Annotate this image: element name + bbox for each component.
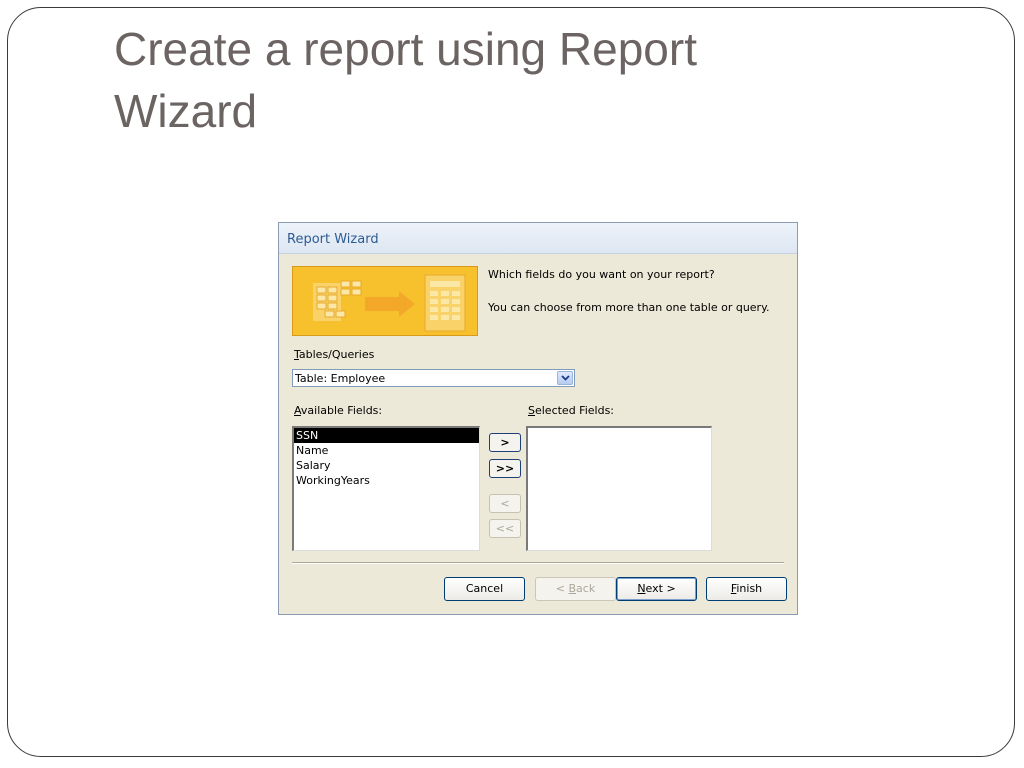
- available-label-rest: vailable Fields:: [300, 404, 383, 417]
- slide-title: Create a report using Report Wizard: [114, 18, 874, 142]
- report-wizard-dialog: Report Wizard Which fields do you want o…: [278, 222, 798, 615]
- add-all-fields-button[interactable]: >>: [489, 459, 521, 478]
- back-label-rest: ack: [576, 582, 596, 595]
- prompt-hint: You can choose from more than one table …: [488, 301, 770, 314]
- available-field-item[interactable]: WorkingYears: [294, 473, 479, 488]
- dialog-titlebar[interactable]: Report Wizard: [279, 223, 797, 254]
- back-label-prefix: <: [555, 582, 569, 595]
- selected-fields-label: Selected Fields:: [528, 404, 614, 417]
- available-field-item[interactable]: Name: [294, 443, 479, 458]
- remove-all-fields-button[interactable]: <<: [489, 519, 521, 538]
- dialog-separator: [292, 562, 784, 564]
- add-field-button[interactable]: >: [489, 433, 521, 452]
- tables-label-rest: ables/Queries: [298, 348, 375, 361]
- selected-label-mnemonic: S: [528, 404, 535, 417]
- wizard-banner-icon: [292, 266, 478, 336]
- next-label-rest: ext >: [645, 582, 676, 595]
- tables-queries-label: Tables/Queries: [294, 348, 374, 361]
- selected-fields-list[interactable]: [526, 426, 712, 551]
- back-label-mnemonic: B: [568, 582, 577, 595]
- tables-queries-value: Table: Employee: [295, 372, 386, 385]
- next-label-mnemonic: N: [637, 582, 646, 595]
- available-label-mnemonic: A: [294, 404, 301, 417]
- report-wizard-illustration-icon: [293, 267, 477, 335]
- available-fields-label: Available Fields:: [294, 404, 382, 417]
- available-fields-list[interactable]: SSN Name Salary WorkingYears: [292, 426, 480, 551]
- slide-title-line-1: Create a report using Report: [114, 23, 697, 75]
- finish-label-rest: inish: [736, 582, 763, 595]
- back-button[interactable]: < Back: [535, 577, 616, 601]
- selected-label-rest: elected Fields:: [534, 404, 615, 417]
- available-field-item[interactable]: Salary: [294, 458, 479, 473]
- dialog-title: Report Wizard: [287, 232, 379, 247]
- cancel-button[interactable]: Cancel: [444, 577, 525, 601]
- next-button[interactable]: Next >: [616, 577, 697, 601]
- remove-field-button[interactable]: <: [489, 494, 521, 513]
- slide-title-line-2: Wizard: [114, 85, 258, 137]
- finish-button[interactable]: Finish: [706, 577, 787, 601]
- available-field-item[interactable]: SSN: [294, 428, 479, 443]
- tables-queries-combo[interactable]: Table: Employee: [292, 369, 575, 387]
- chevron-down-icon[interactable]: [557, 371, 573, 385]
- prompt-question: Which fields do you want on your report?: [488, 268, 715, 281]
